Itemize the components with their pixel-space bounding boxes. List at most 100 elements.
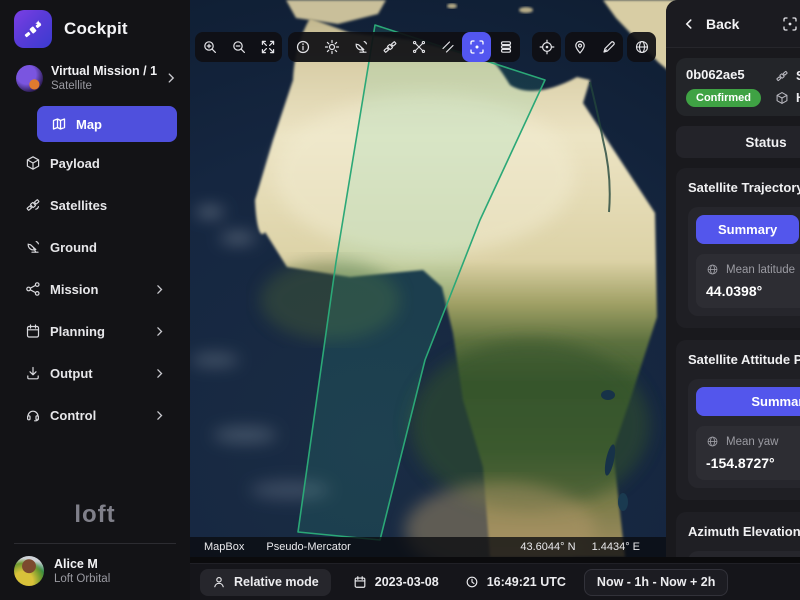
time-range-button[interactable]: Now - 1h - Now + 2h (584, 569, 728, 596)
calendar-icon (353, 575, 367, 589)
user-name: Alice M (54, 557, 110, 571)
sidebar-item-satellites[interactable]: Satellites (0, 184, 190, 226)
sidebar-item-label: Mission (50, 282, 98, 297)
sidebar-nav: Map Payload Satellites Ground (0, 106, 190, 436)
mission-title: Virtual Mission / 1 (51, 64, 156, 78)
cursor-latitude: 43.6044° N (520, 541, 575, 553)
chevron-left-icon (682, 17, 696, 31)
headset-icon (25, 407, 41, 423)
focus-expand-icon[interactable] (782, 16, 798, 32)
focus-target-button[interactable] (462, 32, 491, 62)
section-attitude-profile: Satellite Attitude Profile Summary Mean … (676, 340, 800, 500)
brand: Cockpit (0, 0, 190, 48)
target-summary-card[interactable]: 0b062ae5 Confirmed Satellite Hype (676, 58, 800, 116)
toolbar-projection-group (627, 32, 656, 62)
avatar (14, 556, 44, 586)
clock-icon (465, 575, 479, 589)
zoom-out-button[interactable] (224, 32, 253, 62)
pin-button[interactable] (565, 32, 594, 62)
satellite-icon (775, 69, 789, 83)
app-title: Cockpit (64, 19, 128, 39)
sidebar-item-mission[interactable]: Mission (0, 268, 190, 310)
metric-value: -154.8727° (706, 455, 800, 471)
constellation-layer-button[interactable] (404, 32, 433, 62)
sidebar-item-ground[interactable]: Ground (0, 226, 190, 268)
section-trajectory-profile: Satellite Trajectory Profile Summary Lat… (676, 168, 800, 328)
user-account[interactable]: Alice M Loft Orbital (0, 544, 190, 600)
status-section-toggle[interactable]: Status (676, 126, 800, 158)
sidebar-item-label: Planning (50, 324, 105, 339)
fit-view-button[interactable] (253, 32, 282, 62)
chevron-right-icon (164, 71, 178, 85)
section-azimuth-elevation: Azimuth Elevation Range Summary Peak ele… (676, 512, 800, 557)
locate-button[interactable] (532, 32, 561, 62)
sidebar-item-control[interactable]: Control (0, 394, 190, 436)
sidebar-item-planning[interactable]: Planning (0, 310, 190, 352)
mission-switcher[interactable]: Virtual Mission / 1 Satellite (0, 48, 190, 92)
mission-subtitle: Satellite (51, 80, 156, 92)
person-icon (212, 575, 226, 589)
download-icon (25, 365, 41, 381)
sun-terminator-button[interactable] (317, 32, 346, 62)
zoom-in-button[interactable] (195, 32, 224, 62)
date-display[interactable]: 2023-03-08 (349, 569, 443, 596)
info-button[interactable] (288, 32, 317, 62)
section-title: Azimuth Elevation Range (688, 524, 800, 539)
chevron-right-icon (153, 367, 166, 380)
metric-label: Mean yaw (726, 436, 778, 448)
metric-value: 44.0398° (706, 283, 800, 299)
cursor-longitude: 1.4434° E (592, 541, 640, 553)
sidebar-item-payload[interactable]: Payload (0, 142, 190, 184)
chevron-right-icon (153, 325, 166, 338)
metric-label: Mean latitude (726, 264, 795, 276)
draw-pen-button[interactable] (594, 32, 623, 62)
globe-icon (706, 263, 719, 276)
sidebar-item-map[interactable]: Map (37, 106, 177, 142)
payload-box-icon (775, 91, 789, 105)
time-display[interactable]: 16:49:21 UTC (461, 569, 570, 596)
time-value: 16:49:21 UTC (487, 575, 566, 589)
ground-station-layer-button[interactable] (346, 32, 375, 62)
sidebar-item-label: Satellites (50, 198, 107, 213)
calendar-icon (25, 323, 41, 339)
panel-header: Back (666, 0, 800, 48)
map-projection[interactable]: Pseudo-Mercator (266, 541, 350, 553)
details-panel: Back 0b062ae5 Confirmed Satellite (666, 0, 800, 557)
toolbar-layers-group (288, 32, 520, 62)
sidebar-item-label: Map (76, 117, 102, 132)
mode-label: Relative mode (234, 575, 319, 589)
sidebar-item-output[interactable]: Output (0, 352, 190, 394)
target-type: Satellite (796, 69, 800, 83)
attitude-tabs: Summary (696, 387, 800, 416)
sidebar-item-label: Ground (50, 240, 97, 255)
relative-mode-button[interactable]: Relative mode (200, 569, 331, 596)
tab-summary[interactable]: Summary (696, 215, 799, 244)
sidebar-item-label: Control (50, 408, 96, 423)
toolbar-zoom-group (195, 32, 282, 62)
sidebar-item-label: Payload (50, 156, 100, 171)
time-control-bar: Relative mode 2023-03-08 16:49:21 UTC No… (190, 563, 800, 600)
section-title: Satellite Attitude Profile (688, 352, 800, 367)
loft-logo: loft (0, 501, 190, 543)
metric-mean-yaw: Mean yaw -154.8727° (696, 426, 800, 480)
toolbar-annotate-group (565, 32, 623, 62)
ground-station-icon (25, 239, 41, 255)
trajectory-tabs: Summary Latest (696, 215, 800, 244)
satellite-layer-button[interactable] (375, 32, 404, 62)
globe-icon (706, 435, 719, 448)
share-nodes-icon (25, 281, 41, 297)
back-button[interactable]: Back (706, 16, 739, 32)
tab-summary[interactable]: Summary (696, 387, 800, 416)
target-payload: Hyperspectral (796, 91, 800, 105)
layers-stack-button[interactable] (491, 32, 520, 62)
measure-button[interactable] (433, 32, 462, 62)
map-provider[interactable]: MapBox (204, 541, 244, 553)
user-org: Loft Orbital (54, 573, 110, 585)
sidebar-item-label: Output (50, 366, 93, 381)
globe-projection-button[interactable] (627, 32, 656, 62)
toolbar-locate-group (532, 32, 561, 62)
chevron-right-icon (153, 409, 166, 422)
map-icon (51, 116, 67, 132)
section-title: Satellite Trajectory Profile (688, 180, 800, 195)
metric-mean-latitude: Mean latitude 44.0398° (696, 254, 800, 308)
